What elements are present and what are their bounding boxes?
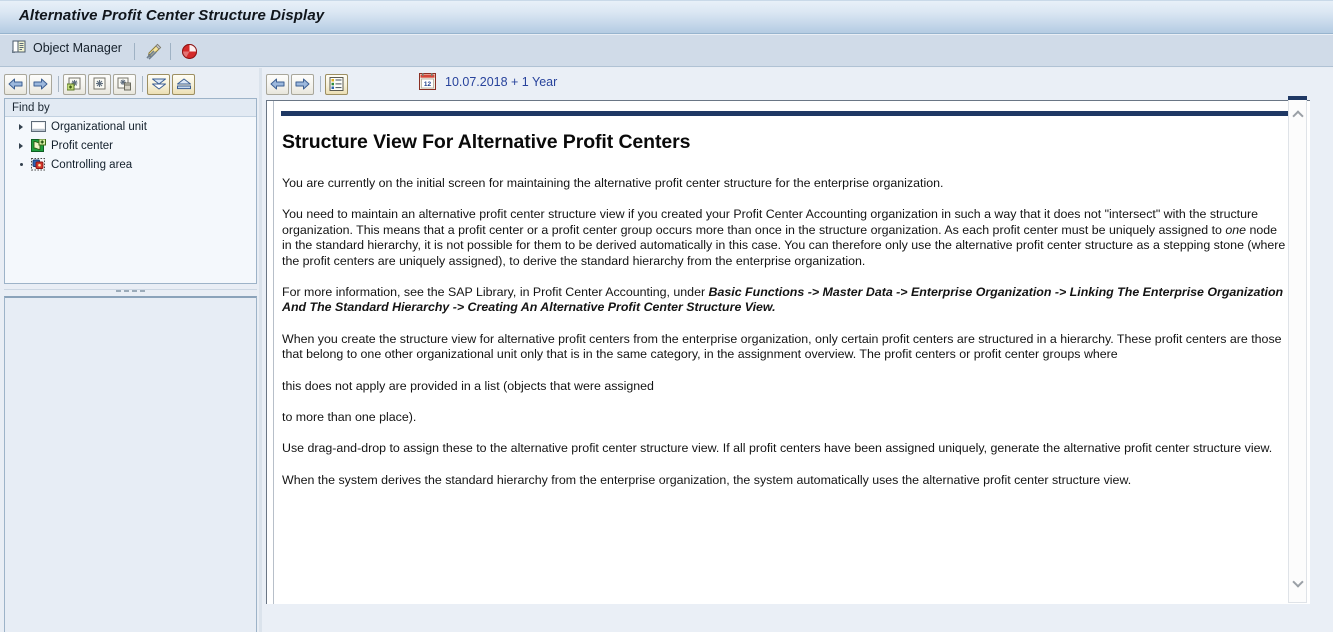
document-paragraph-1: You are currently on the initial screen …: [282, 176, 944, 190]
pane-splitter-handle[interactable]: [4, 286, 257, 295]
sidebar-item-controlling-area[interactable]: Controlling area: [5, 155, 256, 174]
document-accent-bar: [281, 111, 1289, 116]
controlling-area-icon: [30, 158, 46, 172]
sidebar-item-profit-center[interactable]: Profit center: [5, 136, 256, 155]
create-object-button[interactable]: [63, 73, 86, 95]
expand-triangle-icon[interactable]: [15, 140, 27, 152]
document-paragraph-4: When you create the structure view for a…: [282, 331, 1282, 362]
list-detail-icon: [329, 77, 344, 91]
expand-down-icon: [151, 77, 167, 91]
object-manager-label: Object Manager: [33, 40, 122, 55]
forward-button[interactable]: [29, 73, 52, 95]
find-by-tree-panel: Find by Organizational unit Profit cente…: [4, 98, 257, 284]
find-by-header: Find by: [5, 99, 256, 117]
sidebar-toolbar: [4, 73, 257, 95]
document-paragraph-8: When the system derives the standard hie…: [282, 472, 1132, 487]
right-arrow-icon: [295, 78, 310, 90]
calendar-icon[interactable]: 12: [419, 73, 436, 90]
left-pane: Find by Organizational unit Profit cente…: [0, 68, 261, 632]
para3-text: For more information, see the SAP Librar…: [282, 285, 709, 300]
red-globe-button[interactable]: [178, 40, 200, 62]
org-unit-icon: [30, 120, 46, 134]
document-vertical-scrollbar[interactable]: [1288, 100, 1307, 603]
red-globe-icon: [181, 43, 198, 60]
sidebar-toolbar-separator-2: [142, 76, 143, 92]
page-title: Alternative Profit Center Structure Disp…: [19, 7, 325, 24]
svg-text:12: 12: [424, 81, 432, 88]
toolbar-separator-1: [134, 43, 135, 60]
document-paragraph-5: this does not apply are provided in a li…: [282, 378, 654, 393]
delete-trash-icon: [117, 77, 132, 91]
content-toolbar-separator: [320, 76, 321, 92]
document-paragraph-7: Use drag-and-drop to assign these to the…: [282, 441, 1273, 456]
object-manager-icon: [12, 40, 27, 55]
right-pane: 12 10.07.2018 + 1 Year Structure View Fo…: [262, 68, 1333, 632]
chevron-down-icon: [1291, 576, 1304, 588]
document-body: Structure View For Alternative Profit Ce…: [282, 131, 1286, 504]
left-arrow-icon: [270, 78, 285, 90]
sidebar-item-label: Profit center: [51, 139, 113, 152]
create-plus-icon: [67, 77, 82, 91]
content-toolbar: [266, 73, 350, 95]
splitter-line: [4, 289, 257, 290]
collapse-up-icon: [176, 77, 192, 91]
left-arrow-icon: [8, 78, 23, 90]
document-viewport: Structure View For Alternative Profit Ce…: [273, 101, 1297, 632]
asterisk-icon: [92, 77, 107, 91]
expand-triangle-icon[interactable]: [15, 121, 27, 133]
window-titlebar: Alternative Profit Center Structure Disp…: [0, 0, 1333, 34]
toolbar-separator-2: [170, 43, 171, 60]
expand-all-button[interactable]: [147, 73, 170, 95]
object-detail-panel: [4, 296, 257, 632]
content-back-button[interactable]: [266, 73, 289, 95]
leaf-dot-icon: [15, 159, 27, 171]
new-object-button[interactable]: [88, 73, 111, 95]
scroll-up-button[interactable]: [1289, 106, 1306, 123]
back-button[interactable]: [4, 73, 27, 95]
object-manager-button[interactable]: Object Manager: [12, 40, 122, 55]
sap-gui-window: Alternative Profit Center Structure Disp…: [0, 0, 1333, 632]
collapse-all-button[interactable]: [172, 73, 195, 95]
validity-date-text[interactable]: 10.07.2018 + 1 Year: [445, 75, 557, 89]
right-arrow-icon: [33, 78, 48, 90]
document-frame: Structure View For Alternative Profit Ce…: [266, 100, 1310, 632]
sidebar-toolbar-separator-1: [58, 76, 59, 92]
sidebar-item-label: Organizational unit: [51, 120, 147, 133]
profit-center-icon: [30, 139, 46, 153]
para2-text-a: You need to maintain an alternative prof…: [282, 207, 1259, 237]
document-heading: Structure View For Alternative Profit Ce…: [282, 131, 691, 153]
scroll-down-button[interactable]: [1289, 575, 1306, 592]
sidebar-item-label: Controlling area: [51, 158, 133, 171]
content-forward-button[interactable]: [291, 73, 314, 95]
delete-object-button[interactable]: [113, 73, 136, 95]
pencil-edit-icon: [145, 42, 163, 60]
document-paragraph-3: For more information, see the SAP Librar…: [282, 285, 1286, 316]
detail-list-button[interactable]: [325, 73, 348, 95]
status-strip: [262, 604, 1333, 632]
validity-date-group: 12 10.07.2018 + 1 Year: [419, 73, 557, 90]
sidebar-item-organizational-unit[interactable]: Organizational unit: [5, 117, 256, 136]
chevron-up-icon: [1291, 110, 1304, 122]
document-paragraph-2: You need to maintain an alternative prof…: [282, 207, 1286, 269]
para2-emphasis: one: [1225, 222, 1247, 237]
main-toolbar: Object Manager: [0, 35, 1333, 98]
pencil-edit-button[interactable]: [143, 40, 165, 62]
document-paragraph-6: to more than one place).: [282, 410, 417, 425]
